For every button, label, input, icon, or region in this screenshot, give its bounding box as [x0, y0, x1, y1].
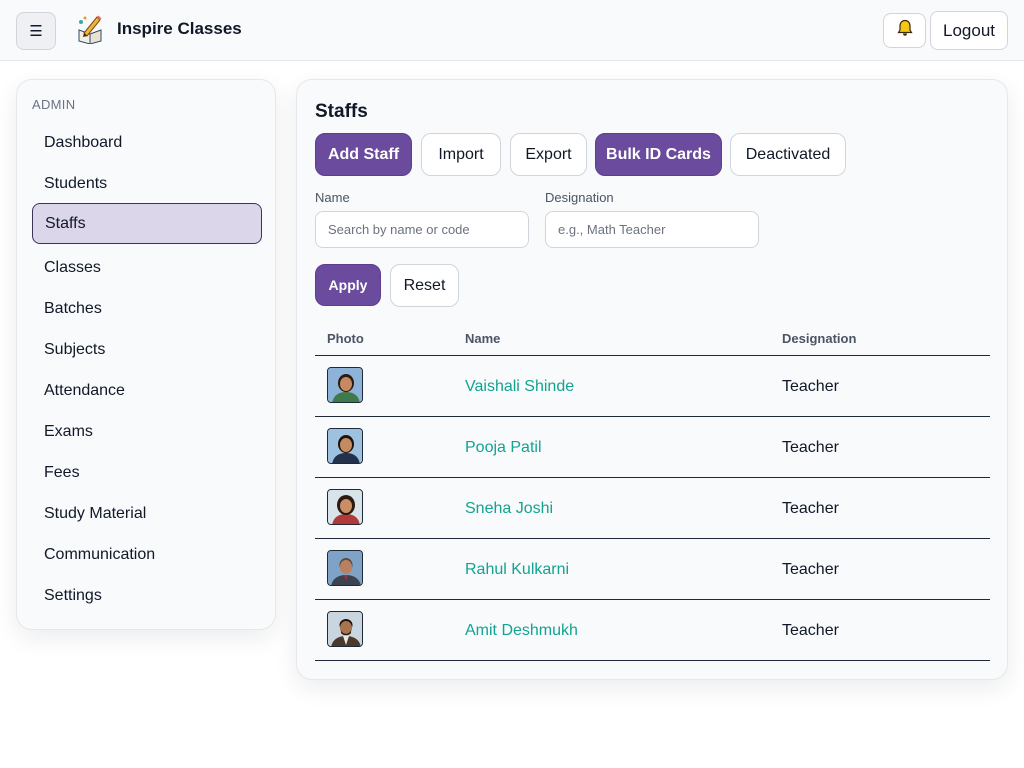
reset-button[interactable]: Reset: [390, 264, 459, 307]
table-row: Vaishali Shinde Teacher: [315, 356, 990, 417]
staff-photo: [327, 367, 363, 403]
sidebar-item-exams[interactable]: Exams: [32, 411, 262, 452]
import-button[interactable]: Import: [421, 133, 501, 176]
table-header: Photo Name Designation: [315, 320, 990, 356]
staff-designation: Teacher: [782, 500, 839, 517]
page-title: Staffs: [315, 101, 368, 122]
staff-photo: [327, 550, 363, 586]
staff-photo: [327, 611, 363, 647]
menu-button[interactable]: ☰: [16, 12, 56, 50]
name-search-input[interactable]: [315, 211, 529, 248]
staff-table: Photo Name Designation Vaishali Shinde T…: [315, 320, 990, 661]
table-row: Rahul Kulkarni Teacher: [315, 539, 990, 600]
add-staff-button[interactable]: Add Staff: [315, 133, 412, 176]
name-filter-label: Name: [315, 190, 350, 205]
logout-button[interactable]: Logout: [930, 11, 1008, 50]
staff-designation: Teacher: [782, 622, 839, 639]
photo-column-header: Photo: [327, 331, 364, 346]
bulk-id-cards-button[interactable]: Bulk ID Cards: [595, 133, 722, 176]
designation-input[interactable]: [545, 211, 759, 248]
deactivated-button[interactable]: Deactivated: [730, 133, 846, 176]
staffs-panel: Staffs Add Staff Import Export Bulk ID C…: [296, 79, 1008, 680]
sidebar-item-attendance[interactable]: Attendance: [32, 370, 262, 411]
staff-designation: Teacher: [782, 439, 839, 456]
sidebar-item-communication[interactable]: Communication: [32, 534, 262, 575]
sidebar-heading: ADMIN: [32, 97, 76, 112]
staff-designation: Teacher: [782, 561, 839, 578]
sidebar-item-subjects[interactable]: Subjects: [32, 329, 262, 370]
pencil-book-logo-icon: [76, 14, 104, 45]
table-row: Pooja Patil Teacher: [315, 417, 990, 478]
sidebar-item-study-material[interactable]: Study Material: [32, 493, 262, 534]
notifications-button[interactable]: [883, 13, 926, 48]
sidebar-item-students[interactable]: Students: [32, 163, 262, 204]
designation-column-header: Designation: [782, 331, 857, 346]
export-button[interactable]: Export: [510, 133, 587, 176]
bell-icon: [896, 19, 913, 42]
brand-name: Inspire Classes: [117, 19, 242, 38]
hamburger-icon: ☰: [29, 23, 43, 40]
sidebar-item-batches[interactable]: Batches: [32, 288, 262, 329]
staff-photo: [327, 489, 363, 525]
staff-name-link[interactable]: Amit Deshmukh: [465, 622, 578, 640]
designation-filter-label: Designation: [545, 190, 614, 205]
staff-photo: [327, 428, 363, 464]
staff-name-link[interactable]: Sneha Joshi: [465, 500, 553, 518]
sidebar-item-fees[interactable]: Fees: [32, 452, 262, 493]
sidebar-item-classes[interactable]: Classes: [32, 247, 262, 288]
staff-name-link[interactable]: Pooja Patil: [465, 439, 542, 457]
staff-designation: Teacher: [782, 378, 839, 395]
top-bar: ☰ Inspire Classes Logout: [0, 0, 1024, 61]
sidebar: ADMIN Dashboard Students Staffs Classes …: [16, 79, 276, 630]
staff-name-link[interactable]: Vaishali Shinde: [465, 378, 574, 396]
sidebar-item-settings[interactable]: Settings: [32, 575, 262, 616]
sidebar-item-staffs[interactable]: Staffs: [32, 203, 262, 244]
name-column-header: Name: [465, 331, 501, 346]
staff-name-link[interactable]: Rahul Kulkarni: [465, 561, 569, 579]
table-row: Amit Deshmukh Teacher: [315, 600, 990, 661]
sidebar-item-dashboard[interactable]: Dashboard: [32, 122, 262, 163]
table-row: Sneha Joshi Teacher: [315, 478, 990, 539]
apply-button[interactable]: Apply: [315, 264, 381, 306]
